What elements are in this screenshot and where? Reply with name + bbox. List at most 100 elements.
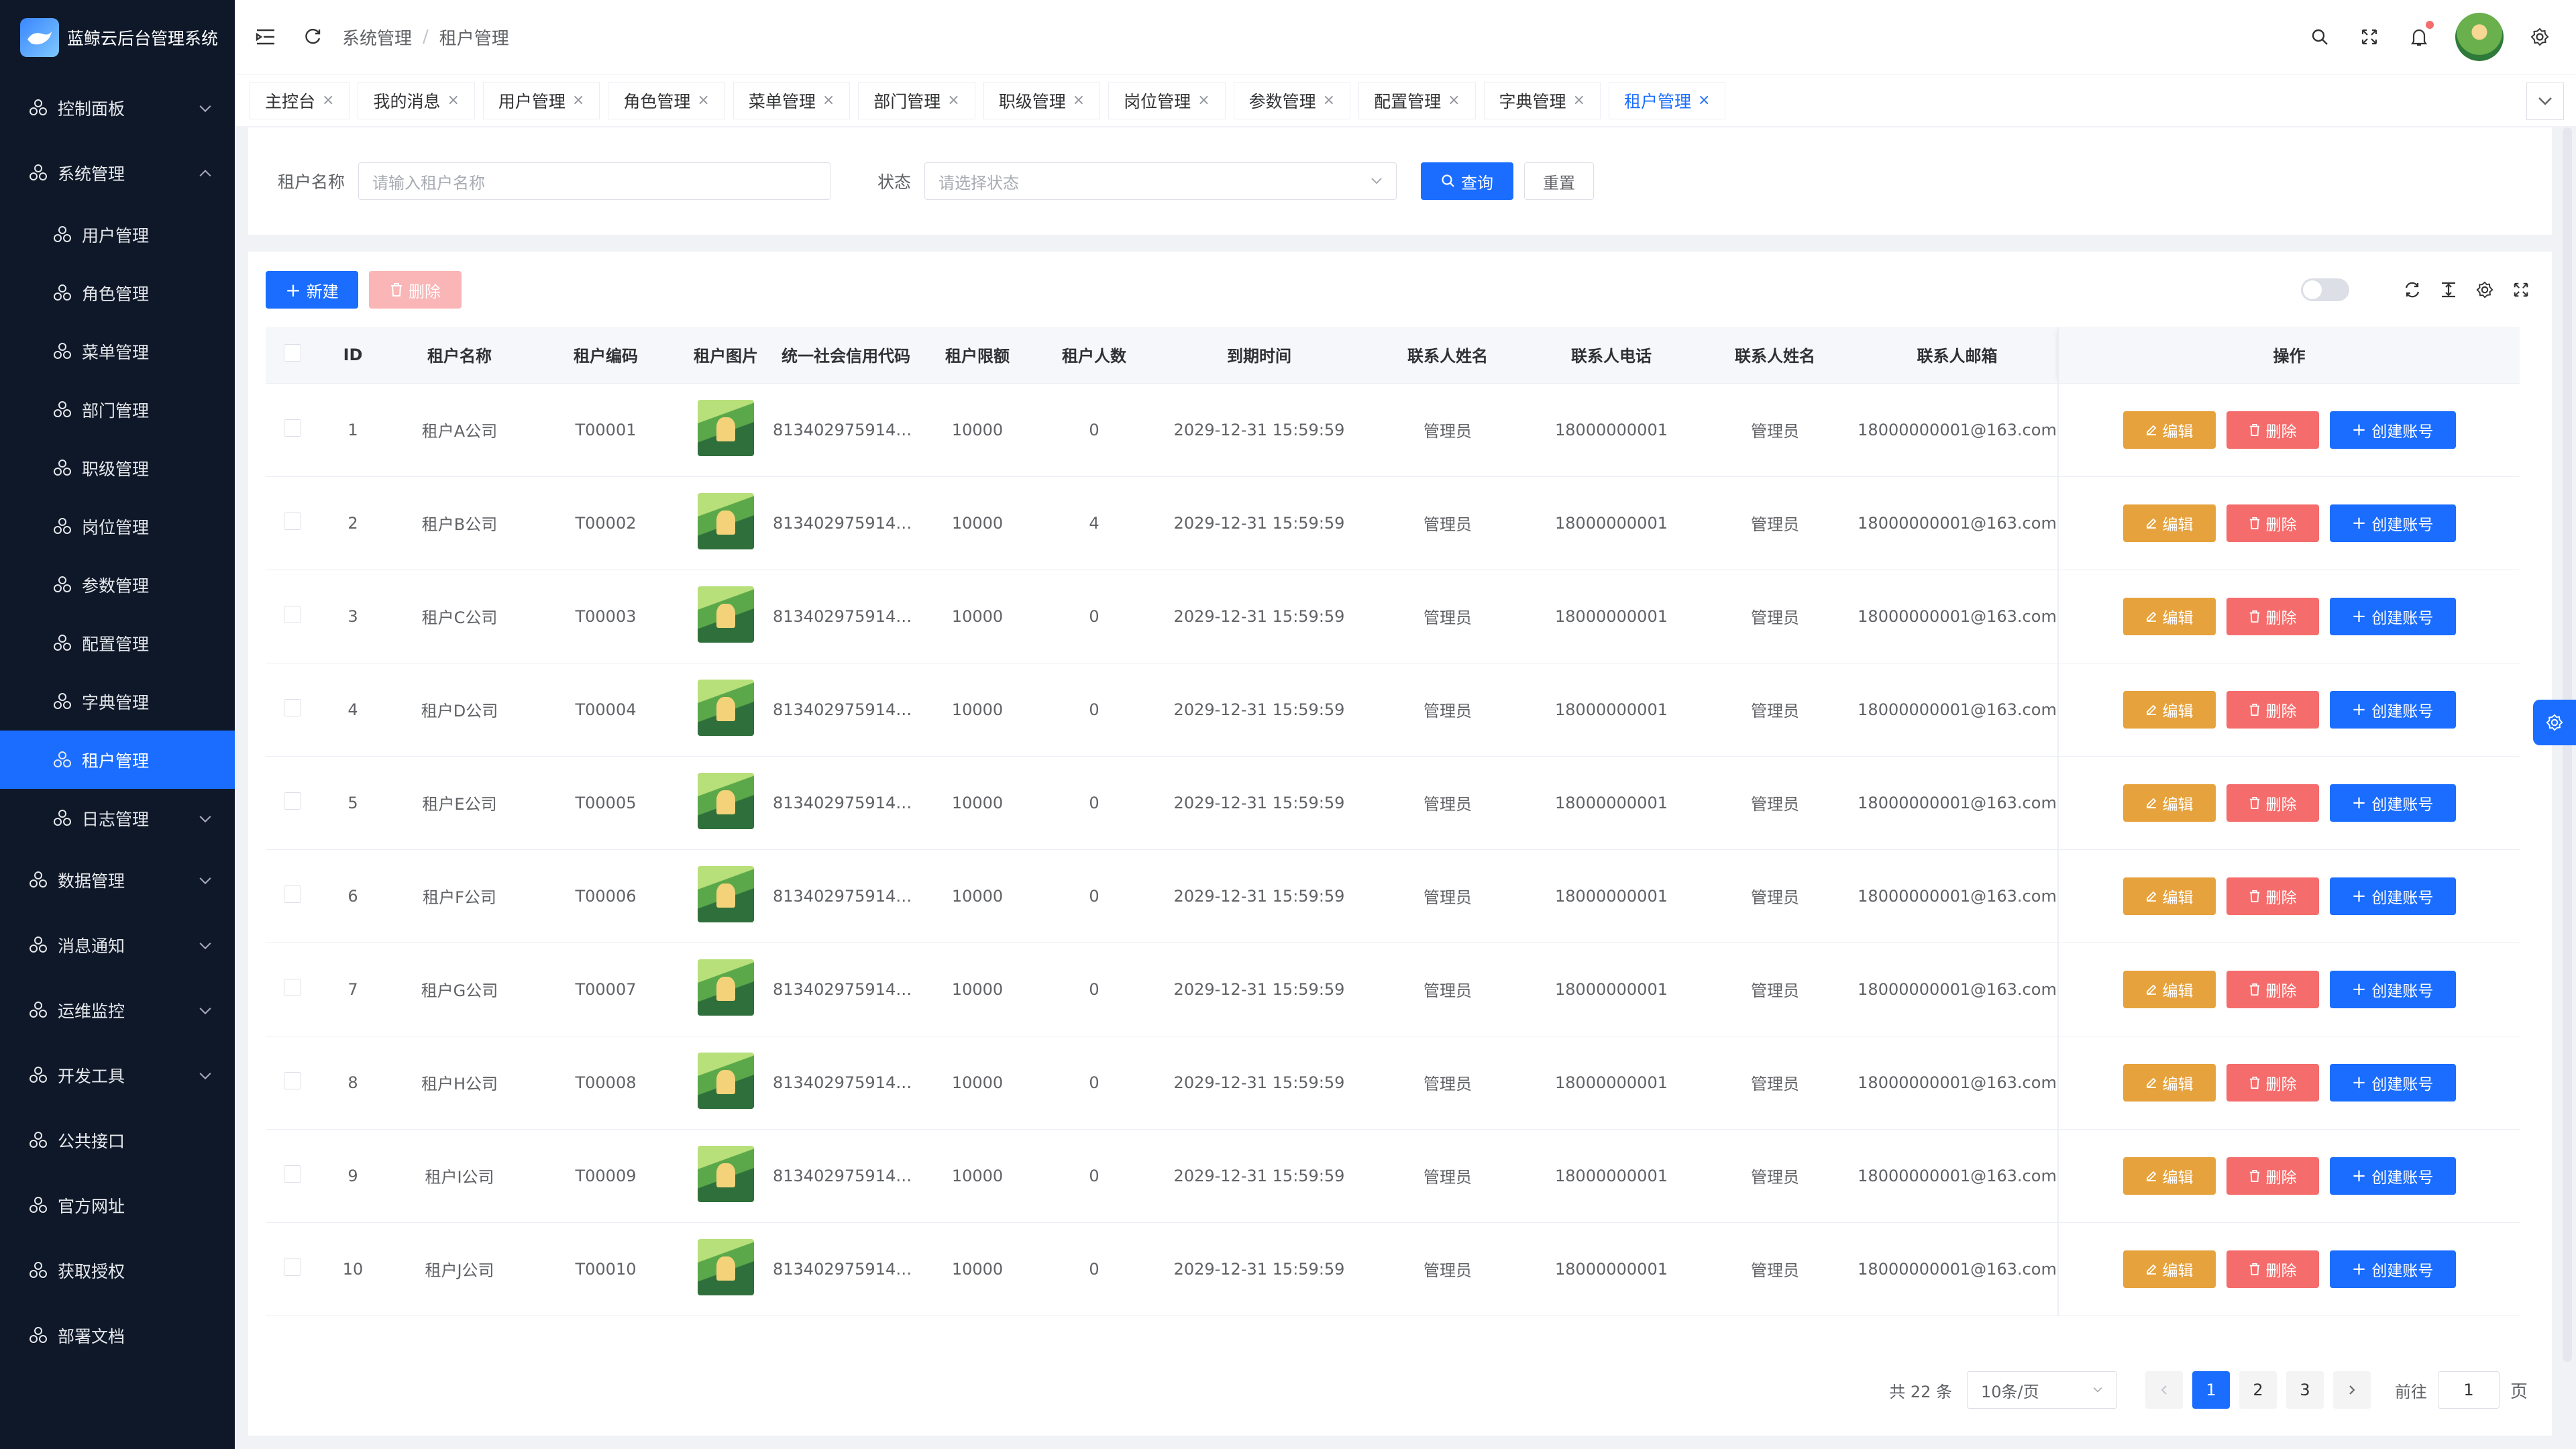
tenant-image[interactable] (698, 679, 754, 736)
reset-button[interactable]: 重置 (1524, 162, 1595, 200)
settings-icon[interactable] (2533, 700, 2576, 745)
delete-button[interactable]: 删除 (2226, 1250, 2319, 1288)
tab-item[interactable]: 职级管理 × (983, 81, 1101, 119)
tenant-image[interactable] (698, 399, 754, 456)
prev-page-button[interactable] (2145, 1371, 2183, 1409)
row-checkbox[interactable] (284, 419, 301, 437)
sidebar-item[interactable]: 消息通知 (0, 912, 235, 977)
sidebar-item[interactable]: 部署文档 (0, 1303, 235, 1368)
sidebar-item[interactable]: 租户管理 (0, 731, 235, 789)
create-account-button[interactable]: + 创建账号 (2329, 784, 2456, 822)
edit-button[interactable]: 编辑 (2123, 1250, 2216, 1288)
create-account-button[interactable]: + 创建账号 (2329, 504, 2456, 542)
tenant-name-input[interactable]: 请输入租户名称 (358, 162, 831, 200)
row-checkbox[interactable] (284, 1071, 301, 1089)
create-account-button[interactable]: + 创建账号 (2329, 970, 2456, 1008)
delete-button[interactable]: 删除 (2226, 411, 2319, 449)
create-account-button[interactable]: + 创建账号 (2329, 1063, 2456, 1102)
close-icon[interactable]: × (1448, 92, 1460, 109)
toggle-switch[interactable] (2301, 278, 2349, 301)
edit-button[interactable]: 编辑 (2123, 784, 2216, 822)
query-button[interactable]: 查询 (1421, 162, 1514, 200)
sidebar-item[interactable]: 运维监控 (0, 977, 235, 1042)
sidebar-item[interactable]: 数据管理 (0, 847, 235, 912)
menu-fold-icon[interactable] (252, 23, 279, 50)
batch-delete-button[interactable]: 删除 (369, 271, 462, 309)
create-account-button[interactable]: + 创建账号 (2329, 1250, 2456, 1288)
search-icon[interactable] (2306, 23, 2333, 50)
edit-button[interactable]: 编辑 (2123, 877, 2216, 915)
bell-icon[interactable] (2406, 21, 2434, 50)
delete-button[interactable]: 删除 (2226, 597, 2319, 635)
sidebar-item[interactable]: 岗位管理 (0, 497, 235, 555)
add-button[interactable]: + 新建 (266, 271, 358, 309)
sidebar-item[interactable]: 官方网址 (0, 1173, 235, 1238)
create-account-button[interactable]: + 创建账号 (2329, 690, 2456, 729)
edit-button[interactable]: 编辑 (2123, 1157, 2216, 1195)
chevron-down-icon[interactable] (2526, 83, 2564, 120)
edit-button[interactable]: 编辑 (2123, 504, 2216, 542)
sidebar-item[interactable]: 控制面板 (0, 75, 235, 140)
goto-page-input[interactable]: 1 (2437, 1371, 2500, 1409)
close-icon[interactable]: × (572, 92, 584, 109)
delete-button[interactable]: 删除 (2226, 1063, 2319, 1102)
tab-item[interactable]: 角色管理 × (608, 81, 725, 119)
sidebar-item[interactable]: 菜单管理 (0, 322, 235, 380)
edit-button[interactable]: 编辑 (2123, 597, 2216, 635)
tenant-image[interactable] (698, 1238, 754, 1295)
tenant-image[interactable] (698, 1145, 754, 1202)
tenant-image[interactable] (698, 586, 754, 643)
sidebar-item[interactable]: 日志管理 (0, 789, 235, 847)
delete-button[interactable]: 删除 (2226, 877, 2319, 915)
close-icon[interactable]: × (1197, 92, 1210, 109)
fullscreen-icon[interactable] (2508, 276, 2534, 303)
row-checkbox[interactable] (284, 978, 301, 996)
delete-button[interactable]: 删除 (2226, 784, 2319, 822)
close-icon[interactable]: × (1073, 92, 1085, 109)
create-account-button[interactable]: + 创建账号 (2329, 411, 2456, 449)
row-checkbox[interactable] (284, 698, 301, 716)
tab-item[interactable]: 配置管理 × (1358, 81, 1476, 119)
status-select[interactable]: 请选择状态 (924, 162, 1397, 200)
close-icon[interactable]: × (947, 92, 959, 109)
tenant-image[interactable] (698, 959, 754, 1016)
tenant-image[interactable] (698, 492, 754, 549)
tab-item[interactable]: 字典管理 × (1483, 81, 1601, 119)
row-checkbox[interactable] (284, 885, 301, 903)
row-checkbox[interactable] (284, 1258, 301, 1276)
tab-item[interactable]: 菜单管理 × (733, 81, 851, 119)
sidebar-item[interactable]: 获取授权 (0, 1238, 235, 1303)
close-icon[interactable]: × (697, 92, 709, 109)
row-checkbox[interactable] (284, 605, 301, 623)
tenant-image[interactable] (698, 865, 754, 922)
edit-button[interactable]: 编辑 (2123, 1063, 2216, 1102)
tenant-image[interactable] (698, 772, 754, 829)
tab-item[interactable]: 主控台 × (250, 81, 350, 119)
next-page-button[interactable] (2332, 1371, 2371, 1409)
edit-button[interactable]: 编辑 (2123, 970, 2216, 1008)
refresh-icon[interactable] (2399, 276, 2426, 303)
close-icon[interactable]: × (1323, 92, 1335, 109)
sidebar-item[interactable]: 职级管理 (0, 439, 235, 497)
sidebar-item[interactable]: 公共接口 (0, 1108, 235, 1173)
close-icon[interactable]: × (447, 92, 459, 109)
create-account-button[interactable]: + 创建账号 (2329, 597, 2456, 635)
avatar[interactable] (2455, 13, 2504, 61)
create-account-button[interactable]: + 创建账号 (2329, 1157, 2456, 1195)
close-icon[interactable]: × (1573, 92, 1585, 109)
page-size-select[interactable]: 10条/页 (1966, 1371, 2117, 1409)
tab-item[interactable]: 用户管理 × (482, 81, 600, 119)
tab-item[interactable]: 参数管理 × (1233, 81, 1351, 119)
sidebar-item[interactable]: 用户管理 (0, 205, 235, 264)
close-icon[interactable]: × (822, 92, 835, 109)
row-checkbox[interactable] (284, 1165, 301, 1183)
page-number-button[interactable]: 3 (2286, 1371, 2324, 1409)
sidebar-item[interactable]: 字典管理 (0, 672, 235, 731)
create-account-button[interactable]: + 创建账号 (2329, 877, 2456, 915)
select-all-checkbox[interactable] (284, 343, 301, 362)
tab-item[interactable]: 岗位管理 × (1108, 81, 1226, 119)
app-logo[interactable]: 蓝鲸云后台管理系统 (0, 0, 235, 75)
delete-button[interactable]: 删除 (2226, 504, 2319, 542)
row-checkbox[interactable] (284, 512, 301, 530)
delete-button[interactable]: 删除 (2226, 970, 2319, 1008)
